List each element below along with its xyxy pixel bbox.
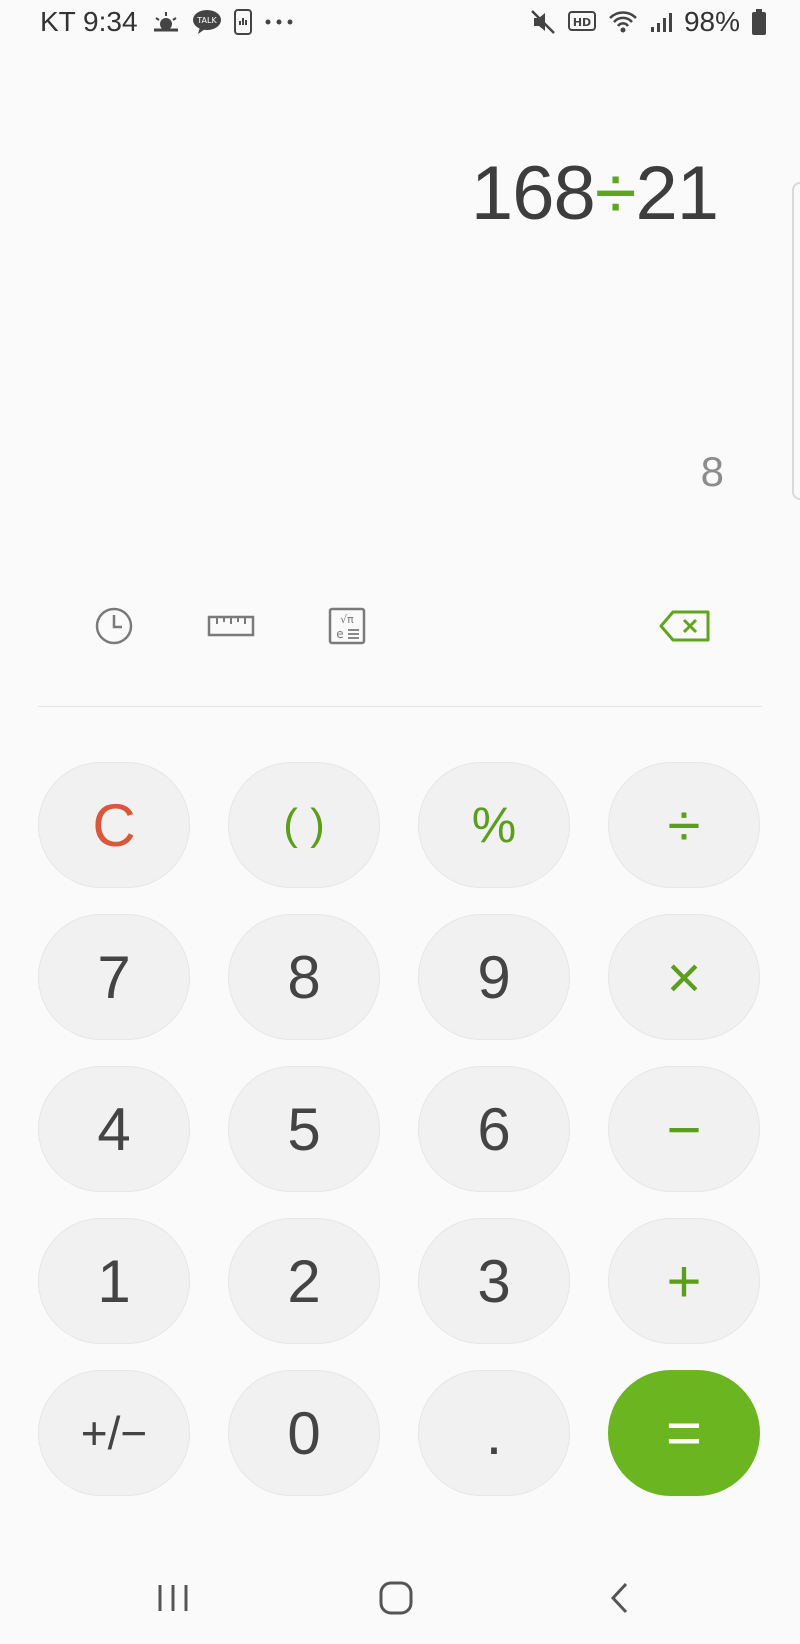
mute-icon <box>530 9 556 35</box>
expression-display: 168÷21 <box>470 150 719 237</box>
operand-a: 168 <box>470 151 596 236</box>
svg-text:√π: √π <box>340 613 354 626</box>
status-left: KT 9:34 TALK <box>40 6 294 38</box>
back-icon <box>608 1581 632 1620</box>
backspace-icon <box>659 609 711 648</box>
history-button[interactable] <box>90 604 138 652</box>
status-right: HD 98% <box>530 6 766 38</box>
wifi-icon <box>608 10 638 34</box>
svg-text:e: e <box>336 627 343 641</box>
edge-panel-handle[interactable] <box>792 182 800 500</box>
battery-icon <box>752 9 766 35</box>
multiply-button[interactable]: × <box>608 914 760 1040</box>
ruler-icon <box>207 613 255 644</box>
minus-button[interactable]: − <box>608 1066 760 1192</box>
one-button[interactable]: 1 <box>38 1218 190 1344</box>
scientific-mode-icon: √π e <box>328 607 366 650</box>
operator-symbol: ÷ <box>594 151 637 236</box>
unit-converter-button[interactable] <box>206 604 256 652</box>
home-icon <box>378 1580 414 1621</box>
kakaotalk-icon: TALK <box>192 9 222 35</box>
divide-button[interactable]: ÷ <box>608 762 760 888</box>
signal-icon <box>650 11 672 33</box>
decimal-button[interactable]: . <box>418 1370 570 1496</box>
equals-button[interactable]: = <box>608 1370 760 1496</box>
clear-button[interactable]: C <box>38 762 190 888</box>
carrier-time: KT 9:34 <box>40 6 138 37</box>
home-button[interactable] <box>366 1570 426 1630</box>
status-bar: KT 9:34 TALK HD 98% <box>0 0 800 48</box>
weather-icon <box>152 10 180 34</box>
parentheses-button[interactable]: ( ) <box>228 762 380 888</box>
divider <box>38 706 762 707</box>
five-button[interactable]: 5 <box>228 1066 380 1192</box>
more-dots-icon <box>264 17 294 27</box>
zero-button[interactable]: 0 <box>228 1370 380 1496</box>
back-button[interactable] <box>590 1570 650 1630</box>
device-icon <box>233 9 252 35</box>
nine-button[interactable]: 9 <box>418 914 570 1040</box>
percent-button[interactable]: % <box>418 762 570 888</box>
scientific-mode-button[interactable]: √π e <box>323 604 371 652</box>
plus-minus-button[interactable]: +/− <box>38 1370 190 1496</box>
recent-apps-button[interactable] <box>143 1570 203 1630</box>
recent-apps-icon <box>156 1583 190 1618</box>
svg-text:TALK: TALK <box>196 16 217 25</box>
svg-text:HD: HD <box>573 16 591 29</box>
four-button[interactable]: 4 <box>38 1066 190 1192</box>
three-button[interactable]: 3 <box>418 1218 570 1344</box>
eight-button[interactable]: 8 <box>228 914 380 1040</box>
result-preview: 8 <box>700 448 724 495</box>
two-button[interactable]: 2 <box>228 1218 380 1344</box>
history-clock-icon <box>94 606 134 651</box>
hd-icon: HD <box>567 10 596 34</box>
operand-b: 21 <box>635 151 719 236</box>
backspace-button[interactable] <box>658 604 712 652</box>
seven-button[interactable]: 7 <box>38 914 190 1040</box>
battery-percent: 98% <box>683 6 740 37</box>
six-button[interactable]: 6 <box>418 1066 570 1192</box>
plus-button[interactable]: + <box>608 1218 760 1344</box>
